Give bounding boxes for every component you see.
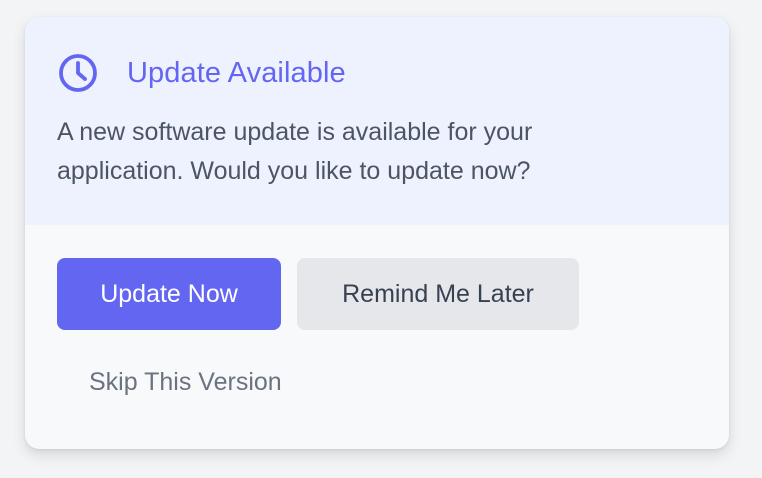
- button-row: Update Now Remind Me Later: [57, 258, 697, 330]
- dialog-header: Update Available A new software update i…: [25, 17, 729, 225]
- dialog-actions: Update Now Remind Me Later Skip This Ver…: [25, 225, 729, 397]
- update-now-button[interactable]: Update Now: [57, 258, 281, 330]
- title-row: Update Available: [57, 53, 697, 93]
- clock-icon: [57, 52, 99, 94]
- remind-later-button[interactable]: Remind Me Later: [297, 258, 579, 330]
- dialog-message: A new software update is available for y…: [57, 118, 533, 185]
- update-dialog: Update Available A new software update i…: [25, 17, 729, 449]
- dialog-title: Update Available: [127, 56, 346, 89]
- skip-version-link[interactable]: Skip This Version: [89, 368, 282, 397]
